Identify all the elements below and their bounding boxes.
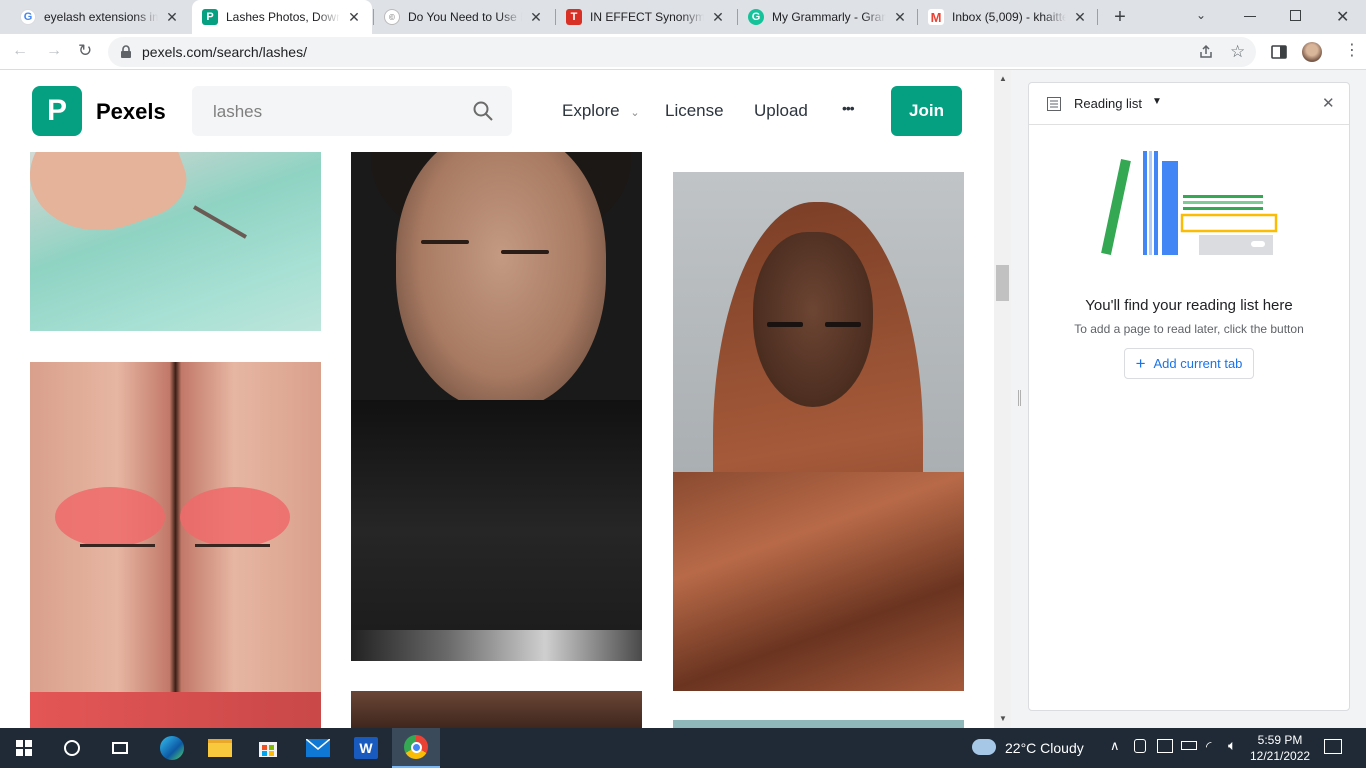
close-icon[interactable]: ✕: [528, 9, 544, 26]
profile-avatar[interactable]: [1302, 42, 1322, 62]
minimize-icon[interactable]: [1244, 16, 1256, 17]
more-dots-icon[interactable]: •••: [842, 100, 855, 116]
close-icon[interactable]: ✕: [710, 9, 726, 26]
browser-toolbar: ← → ↻ pexels.com/search/lashes/ ☆ ⋮: [0, 34, 1366, 70]
close-icon[interactable]: ✕: [346, 9, 362, 26]
tab-pexels-lashes[interactable]: P Lashes Photos, Downl ✕: [192, 0, 372, 34]
close-window-icon[interactable]: ✕: [1336, 7, 1349, 27]
meet-now-icon[interactable]: [1134, 739, 1146, 753]
reload-icon[interactable]: ↻: [78, 41, 92, 61]
add-current-tab-button[interactable]: + Add current tab: [1124, 348, 1254, 379]
pexels-logo-icon[interactable]: P: [32, 86, 82, 136]
tab-separator: [737, 9, 738, 25]
volume-icon[interactable]: 🔈︎: [1228, 737, 1236, 754]
share-icon[interactable]: [1198, 44, 1214, 60]
show-hidden-icons-icon[interactable]: ∧: [1110, 738, 1120, 754]
menu-kebab-icon[interactable]: ⋮: [1344, 40, 1360, 60]
photo-next-row[interactable]: [351, 691, 642, 728]
close-panel-icon[interactable]: ✕: [1322, 94, 1335, 112]
chrome-icon[interactable]: [392, 728, 440, 768]
empty-state-title: You'll find your reading list here: [1085, 297, 1293, 314]
search-input[interactable]: lashes: [213, 102, 262, 122]
photo-woman-looking-down[interactable]: [351, 70, 642, 661]
tab-grammarly[interactable]: G My Grammarly - Gram ✕: [738, 0, 918, 34]
time-text: 5:59 PM: [1257, 733, 1303, 747]
search-icon[interactable]: [472, 100, 494, 122]
file-explorer-icon[interactable]: [196, 728, 244, 768]
scrollbar-thumb[interactable]: [996, 265, 1009, 301]
panel-title[interactable]: Reading list: [1074, 96, 1142, 111]
notifications-icon[interactable]: [1324, 739, 1342, 754]
tab-separator: [373, 9, 374, 25]
photo-woman-brown-scarf[interactable]: [673, 172, 964, 691]
join-button[interactable]: Join: [891, 86, 962, 136]
empty-state-subtitle: To add a page to read later, click the b…: [1074, 322, 1304, 336]
restore-icon[interactable]: [1290, 10, 1301, 21]
cortana-search-icon[interactable]: [48, 728, 96, 768]
photo-next-row[interactable]: [673, 720, 964, 728]
edge-icon[interactable]: [148, 728, 196, 768]
grammarly-icon: G: [748, 9, 764, 25]
reading-list-panel: Reading list ▼ ✕ You'll find your readin…: [1028, 82, 1350, 711]
tab-strip: G eyelash extensions im ✕ P Lashes Photo…: [0, 0, 1366, 34]
google-g-icon: G: [20, 9, 36, 25]
close-icon[interactable]: ✕: [164, 9, 180, 26]
tab-separator: [1097, 9, 1098, 25]
side-panel-icon[interactable]: [1271, 44, 1287, 60]
windows-taskbar: W 22°C Cloudy ∧ ◜ 🔈︎ 5:59 PM 12/21/2022: [0, 728, 1366, 768]
nav-explore[interactable]: Explore ⌄: [562, 101, 640, 121]
lock-icon[interactable]: [120, 45, 132, 59]
pexels-header: P Pexels lashes Explore ⌄ License Upload…: [0, 70, 994, 152]
plus-icon: +: [1135, 353, 1146, 373]
tab-gmail[interactable]: M Inbox (5,009) - khaitte ✕: [918, 0, 1098, 34]
tab-search-icon[interactable]: ⌄: [1196, 8, 1206, 22]
nav-license[interactable]: License: [665, 101, 724, 121]
brand-name[interactable]: Pexels: [96, 99, 166, 125]
photo-red-eyeshadow-faces[interactable]: [30, 362, 321, 728]
weather-text[interactable]: 22°C Cloudy: [1005, 740, 1084, 756]
back-icon[interactable]: ←: [12, 42, 28, 60]
search-box[interactable]: lashes: [192, 86, 512, 136]
scroll-down-arrow-icon[interactable]: ▼: [999, 714, 1007, 723]
date-text: 12/21/2022: [1250, 749, 1311, 763]
close-icon[interactable]: ✕: [892, 9, 908, 26]
tab-use-e[interactable]: © Do You Need to Use E ✕: [374, 0, 554, 34]
generic-site-icon: ©: [384, 9, 400, 25]
dropdown-arrow-icon[interactable]: ▼: [1152, 96, 1162, 107]
gmail-icon: M: [928, 9, 944, 25]
clock[interactable]: 5:59 PM 12/21/2022: [1250, 732, 1310, 764]
wifi-icon[interactable]: ◜: [1206, 738, 1211, 755]
new-tab-icon[interactable]: +: [1108, 5, 1132, 29]
tab-separator: [917, 9, 918, 25]
mail-icon[interactable]: [294, 728, 342, 768]
cloud-weather-icon[interactable]: [972, 739, 996, 755]
reading-list-icon: [1047, 97, 1061, 111]
pexels-icon: P: [202, 9, 218, 25]
page-scrollbar[interactable]: ▲ ▼: [994, 70, 1011, 728]
thesaurus-icon: T: [566, 9, 582, 25]
task-view-icon[interactable]: [96, 728, 144, 768]
url-text[interactable]: pexels.com/search/lashes/: [142, 44, 307, 60]
bookmark-star-icon[interactable]: ☆: [1230, 42, 1245, 62]
books-illustration: [1101, 151, 1278, 255]
microsoft-store-icon[interactable]: [244, 728, 292, 768]
pexels-page: P Pexels lashes Explore ⌄ License Upload…: [0, 70, 994, 728]
chevron-down-icon: ⌄: [630, 107, 640, 119]
close-icon[interactable]: ✕: [1072, 9, 1088, 26]
panel-header: Reading list ▼ ✕: [1029, 83, 1349, 125]
security-icon[interactable]: [1157, 739, 1173, 753]
tab-separator: [555, 9, 556, 25]
resize-handle[interactable]: [1018, 390, 1021, 406]
word-icon[interactable]: W: [342, 728, 390, 768]
nav-upload[interactable]: Upload: [754, 101, 808, 121]
battery-icon[interactable]: [1181, 741, 1197, 750]
address-bar[interactable]: pexels.com/search/lashes/ ☆: [108, 37, 1256, 67]
tab-google-search[interactable]: G eyelash extensions im ✕: [10, 0, 190, 34]
scroll-up-arrow-icon[interactable]: ▲: [999, 74, 1007, 83]
forward-icon[interactable]: →: [46, 42, 62, 60]
windows-start-icon[interactable]: [0, 728, 48, 768]
tab-thesaurus[interactable]: T IN EFFECT Synonyms ✕: [556, 0, 736, 34]
